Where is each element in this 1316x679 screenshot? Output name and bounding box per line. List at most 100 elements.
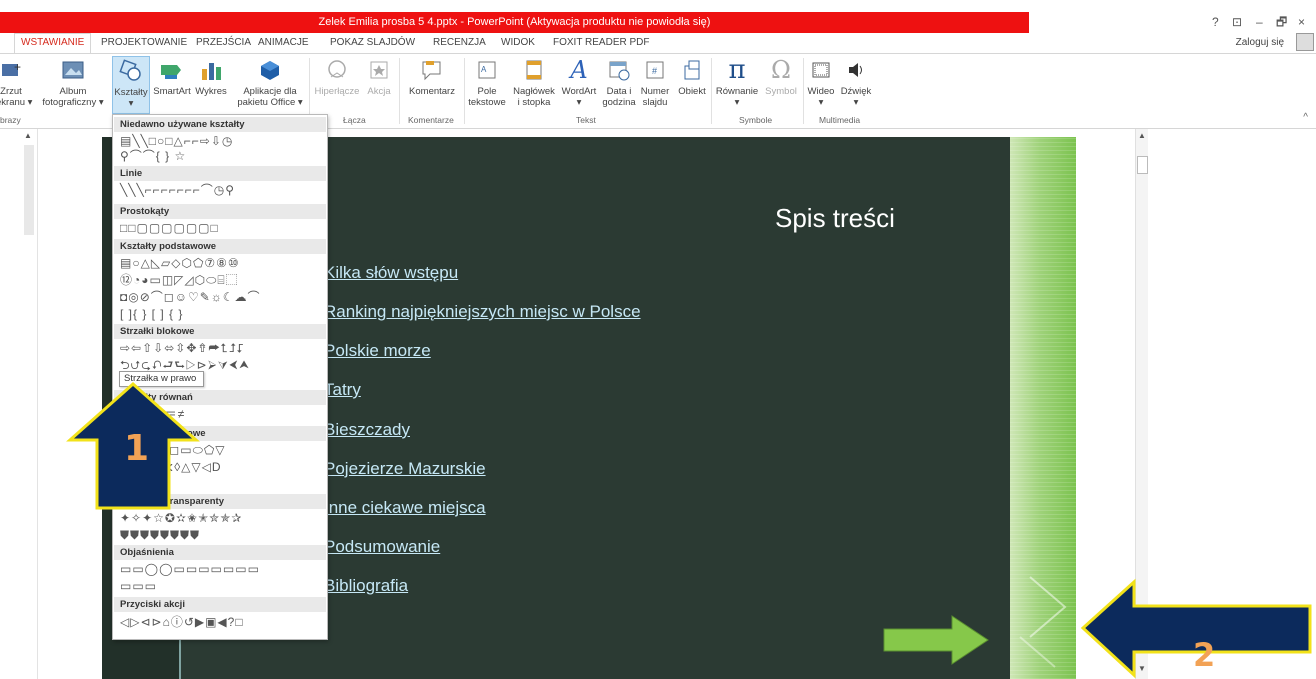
action-icon	[365, 56, 393, 84]
office-apps-button[interactable]: Aplikacje dla pakietu Office ▾	[234, 56, 306, 108]
audio-icon	[842, 56, 870, 84]
section-header: Strzałki blokowe	[114, 324, 326, 339]
toc-link[interactable]: Polskie morze	[324, 341, 431, 361]
tab-projektowanie[interactable]: PROJEKTOWANIE	[101, 35, 187, 51]
smartart-button[interactable]: SmartArt	[151, 56, 193, 97]
section-header: Przyciski akcji	[114, 597, 326, 612]
toc-link[interactable]: Ranking najpiękniejszych miejsc w Polsce	[324, 302, 641, 322]
thumbnail-scrollbar[interactable]	[24, 145, 34, 235]
equation-icon: π	[728, 54, 746, 85]
shape-row[interactable]: ⛊⛊⛊⛊⛊⛊⛊⛊	[120, 529, 200, 542]
avatar[interactable]	[1296, 33, 1314, 51]
slide-decorative-chevrons	[1019, 576, 1067, 668]
header-footer-button[interactable]: Nagłówek i stopka	[508, 56, 560, 108]
scrollbar-thumb[interactable]	[1137, 156, 1148, 174]
textbox-icon: A	[473, 56, 501, 84]
annotation-label-2: 2	[1193, 636, 1216, 674]
section-header: Prostokąty	[114, 204, 326, 219]
minimize-icon[interactable]: –	[1256, 12, 1263, 33]
toc-link[interactable]: Tatry	[324, 380, 361, 400]
chart-icon	[197, 56, 225, 84]
object-button[interactable]: Obiekt	[675, 56, 709, 97]
photo-album-button[interactable]: Album fotograficzny ▾	[38, 56, 108, 108]
toc-link[interactable]: Bibliografia	[324, 576, 408, 596]
green-right-arrow-shape[interactable]	[882, 614, 992, 666]
chart-button[interactable]: Wykres	[193, 56, 229, 97]
video-icon	[807, 56, 835, 84]
wordart-icon: A	[570, 55, 588, 84]
action-button[interactable]: Akcja	[364, 56, 394, 97]
shape-row[interactable]: □□▢▢▢▢▢▢□	[120, 222, 219, 235]
title-bar: Zelek Emilia prosba 5 4.pptx - PowerPoin…	[0, 0, 1316, 33]
shape-row[interactable]: ▤○△◺▱◇⬡⬠⑦⑧⑩	[120, 257, 240, 270]
comment-button[interactable]: Komentarz	[404, 56, 460, 97]
symbol-icon: Ω	[771, 55, 791, 84]
window-title: Zelek Emilia prosba 5 4.pptx - PowerPoin…	[318, 16, 711, 28]
ribbon-options-icon[interactable]: ⊡	[1232, 12, 1242, 33]
collapse-ribbon-icon[interactable]: ^	[1303, 112, 1308, 123]
audio-button[interactable]: Dźwięk ▾	[836, 56, 876, 108]
toc-link[interactable]: Bieszczady	[324, 420, 410, 440]
shape-row[interactable]: ╲╲╲⌐⌐⌐⌐⌐⌐⌐⌒◷⚲	[120, 184, 235, 197]
header-footer-icon	[520, 56, 548, 84]
screenshot-button[interactable]: + Zrzut ekranu ▾	[0, 56, 32, 108]
toc-link[interactable]: Podsumowanie	[324, 537, 440, 557]
section-header: Objaśnienia	[114, 545, 326, 560]
help-icon[interactable]: ?	[1212, 12, 1219, 33]
sign-in-link[interactable]: Zaloguj się	[1236, 35, 1284, 51]
toc-link[interactable]: Pojezierze Mazurskie	[324, 459, 486, 479]
group-label-text: Tekst	[576, 115, 596, 125]
toc-link[interactable]: Inne ciekawe miejsca	[324, 498, 486, 518]
tab-wstawianie[interactable]: WSTAWIANIE	[14, 33, 92, 53]
slide-title[interactable]: Spis treści	[775, 203, 895, 234]
hyperlink-button[interactable]: Hiperłącze	[313, 56, 361, 97]
shape-row[interactable]: [ ]{ } [ ] { }	[120, 308, 183, 321]
toc-link[interactable]: Kilka słów wstępu	[324, 263, 458, 283]
photo-album-icon	[59, 56, 87, 84]
symbol-button[interactable]: Ω Symbol	[762, 55, 800, 98]
date-time-icon	[605, 56, 633, 84]
screenshot-icon: +	[0, 56, 25, 84]
shape-row[interactable]: ▭▭◯◯▭▭▭▭▭▭▭	[120, 563, 260, 576]
tab-widok[interactable]: WIDOK	[501, 35, 535, 51]
section-header: Kształty podstawowe	[114, 239, 326, 254]
ribbon-tabs: WSTAWIANIE PROJEKTOWANIE PRZEJŚCIA ANIMA…	[0, 33, 1316, 53]
shape-row[interactable]: ◘◎⊘⌒◻☺♡✎☼☾☁⌒	[120, 291, 261, 304]
shape-row[interactable]: ✦✧✦☆✪✫✬✭✮✯✰	[120, 512, 242, 525]
svg-text:#: #	[652, 66, 657, 76]
video-button[interactable]: Wideo ▾	[805, 56, 837, 108]
slide-number-button[interactable]: # Numer slajdu	[637, 56, 673, 108]
svg-text:A: A	[481, 65, 487, 74]
close-icon[interactable]: ×	[1298, 12, 1305, 33]
tab-pokaz-slajdow[interactable]: POKAZ SLAJDÓW	[330, 35, 415, 51]
shape-row[interactable]: ⑫◔◕▭◫◸◿⬡⬭⌸⬚	[120, 274, 239, 287]
group-label-symbols: Symbole	[739, 115, 773, 125]
group-label-links: Łącza	[343, 115, 366, 125]
annotation-label-1: 1	[124, 428, 150, 469]
svg-text:+: +	[14, 60, 21, 74]
hyperlink-icon	[323, 56, 351, 84]
group-separator	[803, 58, 804, 124]
tab-animacje[interactable]: ANIMACJE	[258, 35, 309, 51]
tab-przejscia[interactable]: PRZEJŚCIA	[196, 35, 251, 51]
shape-row[interactable]: ◁▷⊲⊳⌂ⓘ↺▶▣◀?□	[120, 616, 244, 629]
section-header: Linie	[114, 166, 326, 181]
wordart-button[interactable]: A WordArt ▾	[560, 55, 598, 109]
shape-row[interactable]: ▭▭▭	[120, 580, 157, 593]
section-header: Niedawno używane kształty	[114, 117, 326, 132]
shape-row[interactable]: ⚲⌒⌒{ } ☆	[120, 150, 186, 163]
group-label-comments: Komentarze	[408, 115, 454, 125]
thumbnail-scroll-up-icon[interactable]: ▲	[24, 131, 34, 141]
scroll-up-icon[interactable]: ▲	[1138, 131, 1146, 140]
shapes-button[interactable]: Kształty ▾	[112, 56, 150, 114]
date-time-button[interactable]: Data i godzina	[601, 56, 637, 108]
equation-button[interactable]: π Równanie ▾	[712, 54, 762, 109]
shape-row[interactable]: ⇨⇦⇧⇩⬄⇳✥⇮⮫⮤⮥⮦	[120, 342, 245, 355]
tab-recenzja[interactable]: RECENZJA	[433, 35, 486, 51]
restore-icon[interactable]: 🗗	[1276, 12, 1287, 33]
tab-foxit-reader-pdf[interactable]: FOXIT READER PDF	[553, 35, 650, 51]
shapes-icon	[117, 57, 145, 85]
textbox-button[interactable]: A Pole tekstowe	[466, 56, 508, 108]
object-icon	[678, 56, 706, 84]
shape-row[interactable]: ▤╲╲□○□△⌐⌐⇨⇩◷	[120, 135, 233, 148]
